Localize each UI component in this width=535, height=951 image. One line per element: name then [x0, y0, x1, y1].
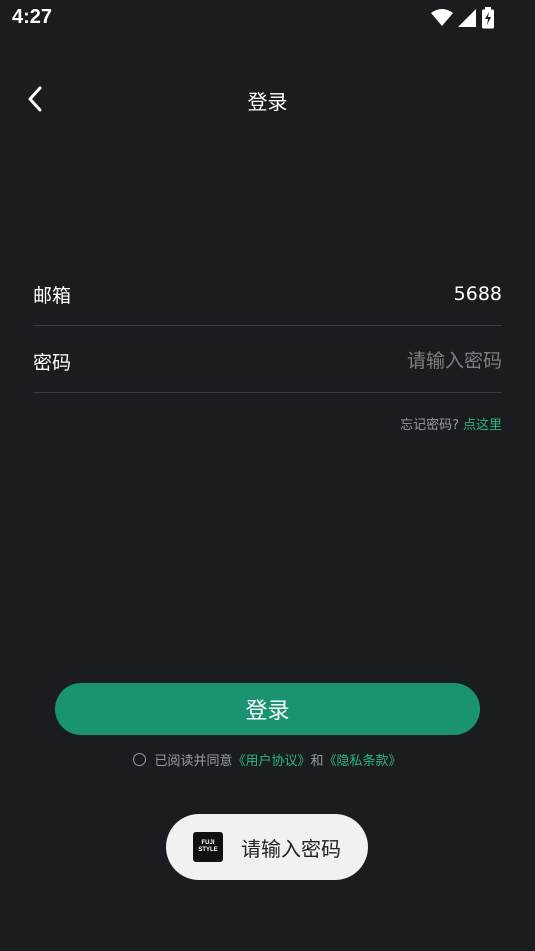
password-field[interactable] [202, 350, 502, 372]
password-label: 密码 [33, 351, 72, 374]
status-icons [431, 7, 495, 29]
status-time: 4:27 [12, 6, 53, 28]
login-form: 邮箱 密码 [33, 263, 502, 393]
email-row: 邮箱 [33, 263, 502, 326]
user-agreement-link[interactable]: 《用户协议》 [232, 750, 310, 769]
wifi-icon [431, 9, 453, 26]
login-button[interactable]: 登录 [55, 683, 480, 735]
toast-message: 请输入密码 [241, 836, 341, 861]
app-logo-icon: FUJI STYLE [193, 832, 223, 862]
forgot-password-link[interactable]: 点这里 [463, 418, 502, 433]
email-label: 邮箱 [33, 284, 72, 307]
page-title: 登录 [247, 90, 288, 114]
agree-radio[interactable] [133, 753, 147, 766]
password-row: 密码 [33, 330, 502, 393]
agreement-conjunction: 和 [310, 754, 324, 769]
forgot-password-prompt: 忘记密码? [400, 418, 459, 433]
privacy-policy-link[interactable]: 《隐私条款》 [324, 750, 402, 769]
agreement-row: 已阅读并同意 《用户协议》 和 《隐私条款》 [0, 750, 535, 769]
battery-charging-icon [482, 7, 494, 29]
header: 登录 [0, 70, 535, 128]
email-field[interactable] [202, 283, 502, 305]
logo-text-line1: FUJI [201, 840, 215, 846]
agreement-prefix: 已阅读并同意 [154, 754, 233, 769]
toast: FUJI STYLE 请输入密码 [166, 814, 368, 880]
signal-icon [458, 9, 476, 27]
forgot-password-row: 忘记密码? 点这里 [400, 414, 502, 433]
status-bar: 4:27 [0, 0, 535, 36]
logo-text-line2: STYLE [198, 847, 218, 853]
